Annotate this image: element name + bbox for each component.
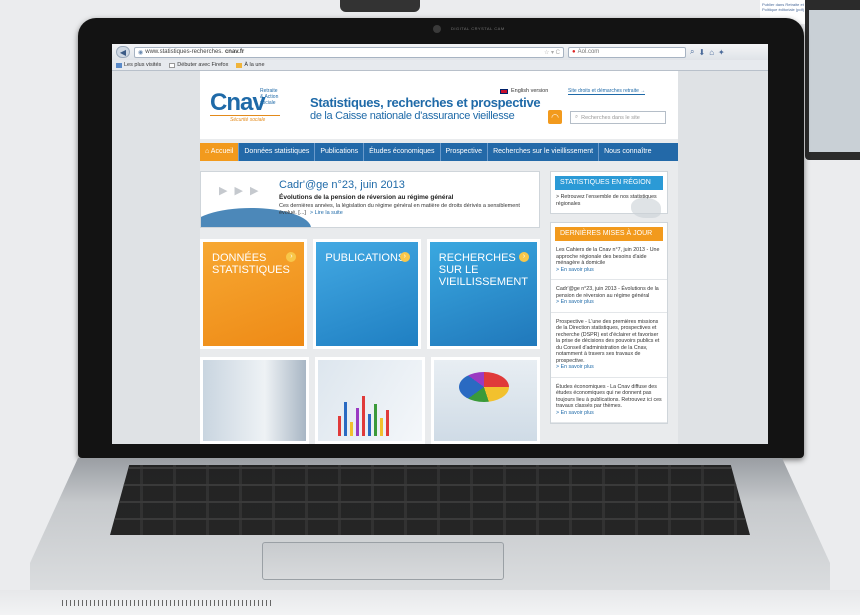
bookmark-getting-started[interactable]: Débuter avec Firefox [169, 62, 228, 68]
bookmark-headlines[interactable]: À la une [236, 62, 265, 68]
uk-flag-icon [500, 88, 508, 94]
cnav-logo[interactable]: Cnav [210, 89, 266, 117]
tile-recherches[interactable]: RECHERCHES SUR LE VIEILLISSEMENT › [426, 239, 541, 349]
nav-prospective[interactable]: Prospective [441, 143, 489, 161]
featured-banner[interactable]: ▶ ▶ ▶ Cadr'@ge n°23, juin 2013 Évolution… [200, 171, 540, 228]
background-monitor-stand [340, 0, 420, 12]
banner-title: Cadr'@ge n°23, juin 2013 [279, 179, 405, 191]
update-more-link[interactable]: > En savoir plus [556, 267, 662, 274]
site-search-input[interactable]: ⌕ Recherches dans le site [570, 111, 666, 124]
update-item: Prospective - L'une des premières missio… [551, 313, 667, 378]
browser-toolbar: ◀ ◉ www.statistiques-recherches. cnav.fr … [112, 44, 768, 60]
update-item: Les Cahiers de la Cnav n°7, juin 2013 - … [551, 241, 667, 280]
keyboard-rows [110, 465, 750, 535]
address-bar[interactable]: ◉ www.statistiques-recherches. cnav.fr ☆ … [134, 46, 564, 58]
droits-link[interactable]: Site droits et démarches retraite → [568, 88, 646, 95]
url-prefix: www.statistiques-recherches. [145, 49, 223, 55]
tile-donnees-statistiques[interactable]: DONNÉES STATISTIQUES › [200, 239, 308, 349]
updates-box: DERNIÈRES MISES À JOUR Les Cahiers de la… [550, 222, 668, 424]
browser-search-input[interactable]: ● Aol.com [568, 46, 686, 58]
rss-icon[interactable]: ◠ [548, 110, 562, 124]
tile-publications[interactable]: PUBLICATIONS › [313, 239, 421, 349]
nav-etudes[interactable]: Études économiques [364, 143, 441, 161]
nav-recherches[interactable]: Recherches sur le vieillissement [488, 143, 600, 161]
section-tiles: DONNÉES STATISTIQUES › PUBLICATIONS › RECH… [200, 239, 541, 349]
logo-tagline: Retraite & Action sociale [260, 88, 279, 106]
cnav-site: Cnav Retraite & Action sociale Sécurité … [200, 71, 678, 444]
nav-donnees[interactable]: Données statistiques [239, 143, 316, 161]
arrow-icon: › [399, 252, 410, 262]
laptop-lid: DIGITAL CRYSTAL CAM ◀ ◉ www.statistiques… [78, 18, 804, 458]
photo-office [200, 357, 310, 444]
nav-publications[interactable]: Publications [315, 143, 365, 161]
arrow-icon: › [286, 252, 297, 262]
bookmarks-bar: Les plus visités Débuter avec Firefox À … [112, 60, 768, 71]
site-header: Cnav Retraite & Action sociale Sécurité … [200, 71, 678, 139]
photo-pie-chart [430, 357, 540, 444]
laptop-base [0, 450, 860, 615]
url-domain: cnav.fr [224, 49, 245, 55]
logo-org: Sécurité sociale [230, 117, 266, 123]
nav-accueil[interactable]: ⌂ Accueil [200, 143, 240, 161]
nav-nous-connaitre[interactable]: Nous connaître [599, 143, 656, 161]
sidebar: STATISTIQUES EN RÉGION > Retrouvez l'ens… [550, 171, 668, 432]
main-nav: ⌂ Accueil Données statistiques Publicati… [200, 143, 678, 161]
addon-icon[interactable]: ✦ [718, 48, 725, 57]
photo-chart-screen [315, 357, 425, 444]
speaker-grille [62, 600, 272, 606]
update-more-link[interactable]: > En savoir plus [556, 299, 662, 306]
arrow-icon: › [519, 252, 530, 262]
arrows-icon: ▶ ▶ ▶ [219, 185, 261, 197]
update-more-link[interactable]: > En savoir plus [556, 410, 662, 417]
globe-icon: ◉ [138, 49, 144, 56]
banner-subtitle: Évolutions de la pension de réversion au… [279, 194, 454, 201]
read-more-link[interactable]: > Lire la suite [310, 210, 343, 216]
webcam-label: DIGITAL CRYSTAL CAM [451, 26, 505, 31]
bookmark-most-visited[interactable]: Les plus visités [116, 62, 161, 68]
photo-row [200, 357, 540, 444]
touchpad [262, 542, 504, 580]
search-icon[interactable]: ⌕ [690, 47, 694, 57]
update-item: Cadr'@ge n°23, juin 2013 - Évolutions de… [551, 280, 667, 313]
browser-search-placeholder: Aol.com [577, 49, 600, 55]
search-icon: ⌕ [575, 114, 579, 120]
search-engine-icon: ● [572, 49, 576, 55]
download-icon[interactable]: ⬇ [698, 48, 705, 57]
site-subtitle: de la Caisse nationale d'assurance vieil… [310, 110, 515, 122]
update-more-link[interactable]: > En savoir plus [556, 364, 662, 371]
banner-text: Ces dernières années, la législation du … [279, 203, 520, 216]
update-item: Études économiques - La Cnav diffuse des… [551, 378, 667, 423]
logo-divider [210, 115, 280, 116]
france-map-icon [631, 198, 661, 218]
laptop-screen: ◀ ◉ www.statistiques-recherches. cnav.fr … [112, 44, 768, 444]
english-version-link[interactable]: English version [500, 88, 548, 94]
webcam-icon [433, 25, 441, 33]
home-icon[interactable]: ⌂ [709, 48, 714, 57]
region-box[interactable]: STATISTIQUES EN RÉGION > Retrouvez l'ens… [550, 171, 668, 218]
region-title: STATISTIQUES EN RÉGION [555, 176, 663, 190]
bookmark-star-icon[interactable]: ☆ ▾ C [544, 49, 560, 56]
web-page: Cnav Retraite & Action sociale Sécurité … [112, 71, 768, 444]
updates-title: DERNIÈRES MISES À JOUR [555, 227, 663, 241]
back-button[interactable]: ◀ [116, 46, 130, 58]
background-monitor [805, 0, 860, 160]
site-title: Statistiques, recherches et prospective [310, 95, 541, 110]
